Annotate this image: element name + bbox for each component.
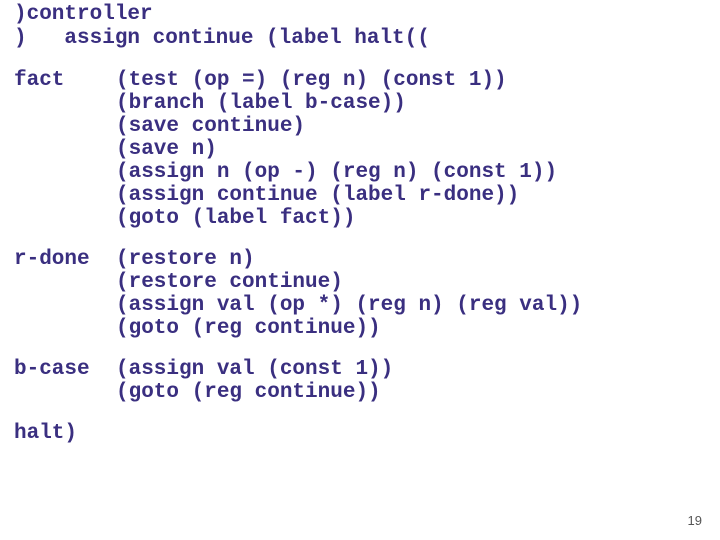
block-r-done: r-done (restore n) (restore continue) (a… [14, 248, 706, 340]
label-fact: fact [14, 69, 116, 92]
slide: )controller ) assign continue (label hal… [0, 0, 720, 540]
label-halt: halt) [14, 422, 706, 445]
code-r-done: (restore n) (restore continue) (assign v… [116, 248, 582, 340]
page-number: 19 [688, 513, 702, 528]
label-b-case: b-case [14, 358, 116, 381]
header-line-1: )controller [14, 3, 706, 27]
block-fact: fact (test (op =) (reg n) (const 1)) (br… [14, 69, 706, 230]
header-line-2: ) assign continue (label halt(( [14, 27, 706, 51]
block-b-case: b-case (assign val (const 1)) (goto (reg… [14, 358, 706, 404]
label-r-done: r-done [14, 248, 116, 271]
code-fact: (test (op =) (reg n) (const 1)) (branch … [116, 69, 557, 230]
code-b-case: (assign val (const 1)) (goto (reg contin… [116, 358, 393, 404]
